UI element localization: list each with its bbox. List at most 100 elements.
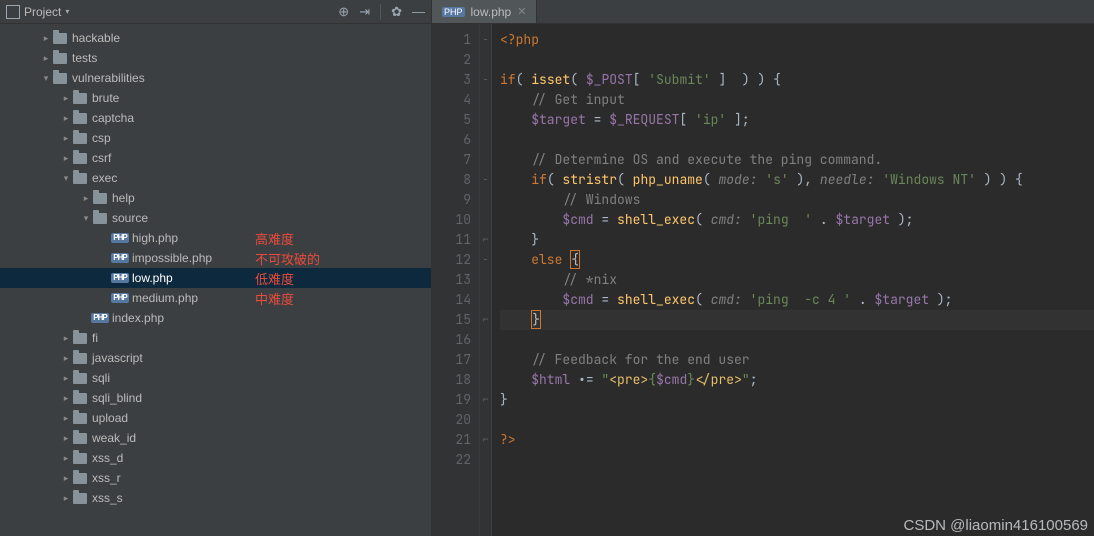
expand-arrow-icon[interactable] xyxy=(40,33,52,44)
fold-toggle-icon[interactable]: ⌐ xyxy=(480,430,491,450)
code-line[interactable]: $target = $_REQUEST[ 'ip' ]; xyxy=(500,110,1094,130)
tree-node-exec[interactable]: exec xyxy=(0,168,431,188)
tree-node-label: tests xyxy=(72,51,97,65)
expand-arrow-icon[interactable] xyxy=(60,333,72,344)
folder-icon xyxy=(72,131,88,145)
code-line[interactable]: ?> xyxy=(500,430,1094,450)
expand-arrow-icon[interactable] xyxy=(60,353,72,364)
expand-arrow-icon[interactable] xyxy=(60,173,72,184)
tree-node-source[interactable]: source xyxy=(0,208,431,228)
folder-icon xyxy=(72,411,88,425)
fold-toggle-icon[interactable]: − xyxy=(480,250,491,270)
tree-node-high-php[interactable]: PHPhigh.php高难度 xyxy=(0,228,431,248)
tree-node-hackable[interactable]: hackable xyxy=(0,28,431,48)
expand-arrow-icon[interactable] xyxy=(60,113,72,124)
code-line[interactable]: // Windows xyxy=(500,190,1094,210)
expand-arrow-icon[interactable] xyxy=(60,393,72,404)
tree-node-csp[interactable]: csp xyxy=(0,128,431,148)
code-line[interactable]: $cmd = shell_exec( cmd: 'ping -c 4 ' . $… xyxy=(500,290,1094,310)
code-line[interactable]: if( isset( $_POST[ 'Submit' ] ) ) { xyxy=(500,70,1094,90)
close-icon[interactable]: ✕ xyxy=(517,5,526,18)
expand-arrow-icon[interactable] xyxy=(60,153,72,164)
folder-icon xyxy=(72,431,88,445)
expand-arrow-icon[interactable] xyxy=(60,473,72,484)
project-tree[interactable]: hackable tests vulnerabilitiesbrutecaptcha… xyxy=(0,24,431,536)
tree-node-fi[interactable]: fi xyxy=(0,328,431,348)
line-number: 15 xyxy=(432,310,471,330)
code-line[interactable] xyxy=(500,330,1094,350)
fold-toggle-icon[interactable]: ⌐ xyxy=(480,390,491,410)
tree-node-vulnerabilities[interactable]: vulnerabilities xyxy=(0,68,431,88)
code-line[interactable]: } xyxy=(500,310,1094,330)
fold-column[interactable]: −−−⌐−⌐⌐⌐ xyxy=(480,24,492,536)
line-number: 21 xyxy=(432,430,471,450)
folder-icon xyxy=(52,31,68,45)
expand-arrow-icon[interactable] xyxy=(80,213,92,224)
expand-arrow-icon[interactable] xyxy=(60,373,72,384)
tree-node-low-php[interactable]: PHPlow.php低难度 xyxy=(0,268,431,288)
expand-arrow-icon[interactable] xyxy=(60,433,72,444)
code-line[interactable]: // Get input xyxy=(500,90,1094,110)
code-line[interactable]: $cmd = shell_exec( cmd: 'ping ' . $targe… xyxy=(500,210,1094,230)
tree-node-label: high.php xyxy=(132,231,178,245)
code-line[interactable]: } xyxy=(500,390,1094,410)
code-line[interactable]: } xyxy=(500,230,1094,250)
fold-toggle-icon[interactable]: − xyxy=(480,70,491,90)
tree-node-upload[interactable]: upload xyxy=(0,408,431,428)
locate-icon[interactable]: ⊕ xyxy=(338,4,349,20)
fold-toggle-icon[interactable]: − xyxy=(480,170,491,190)
collapse-icon[interactable]: ⇥ xyxy=(359,4,370,20)
tree-node-tests[interactable]: tests xyxy=(0,48,431,68)
editor-body[interactable]: 12345678910111213141516171819202122 −−−⌐… xyxy=(432,24,1094,536)
watermark-text: CSDN @liaomin416100569 xyxy=(904,517,1089,534)
code-line[interactable]: <?php xyxy=(500,30,1094,50)
tree-node-medium-php[interactable]: PHPmedium.php中难度 xyxy=(0,288,431,308)
code-line[interactable]: else { xyxy=(500,250,1094,270)
expand-arrow-icon[interactable] xyxy=(60,413,72,424)
code-line[interactable]: // Determine OS and execute the ping com… xyxy=(500,150,1094,170)
code-line[interactable] xyxy=(500,50,1094,70)
expand-arrow-icon[interactable] xyxy=(80,193,92,204)
fold-toggle-icon[interactable]: ⌐ xyxy=(480,310,491,330)
expand-arrow-icon[interactable] xyxy=(40,53,52,64)
expand-arrow-icon[interactable] xyxy=(60,493,72,504)
tree-node-brute[interactable]: brute xyxy=(0,88,431,108)
tree-node-xss-r[interactable]: xss_r xyxy=(0,468,431,488)
tree-node-label: csrf xyxy=(92,151,111,165)
tree-node-label: sqli xyxy=(92,371,110,385)
fold-toggle-icon[interactable]: − xyxy=(480,30,491,50)
gear-icon[interactable]: ✿ xyxy=(391,4,402,20)
tree-node-javascript[interactable]: javascript xyxy=(0,348,431,368)
tree-node-xss-s[interactable]: xss_s xyxy=(0,488,431,508)
project-dropdown[interactable]: Project ▾ xyxy=(6,5,69,19)
tree-node-index-php[interactable]: PHPindex.php xyxy=(0,308,431,328)
tree-node-impossible-php[interactable]: PHPimpossible.php不可攻破的 xyxy=(0,248,431,268)
code-line[interactable]: // *nix xyxy=(500,270,1094,290)
code-line[interactable] xyxy=(500,410,1094,430)
tree-node-weak-id[interactable]: weak_id xyxy=(0,428,431,448)
tree-node-label: medium.php xyxy=(132,291,198,305)
php-file-icon: PHP xyxy=(112,271,128,285)
expand-arrow-icon[interactable] xyxy=(60,133,72,144)
code-line[interactable]: // Feedback for the end user xyxy=(500,350,1094,370)
expand-arrow-icon[interactable] xyxy=(60,93,72,104)
tree-node-csrf[interactable]: csrf xyxy=(0,148,431,168)
code-area[interactable]: <?php if( isset( $_POST[ 'Submit' ] ) ) … xyxy=(492,24,1094,536)
annotation-text: 低难度 xyxy=(255,269,294,288)
expand-arrow-icon[interactable] xyxy=(60,453,72,464)
tree-node-sqli[interactable]: sqli xyxy=(0,368,431,388)
tree-node-help[interactable]: help xyxy=(0,188,431,208)
tree-node-xss-d[interactable]: xss_d xyxy=(0,448,431,468)
tree-node-sqli-blind[interactable]: sqli_blind xyxy=(0,388,431,408)
hide-icon[interactable]: — xyxy=(412,4,425,19)
expand-arrow-icon[interactable] xyxy=(40,73,52,84)
fold-toggle-icon[interactable]: ⌐ xyxy=(480,230,491,250)
code-line[interactable]: if( stristr( php_uname( mode: 's' ), nee… xyxy=(500,170,1094,190)
sidebar-title: Project xyxy=(24,5,61,19)
code-line[interactable] xyxy=(500,450,1094,470)
code-line[interactable]: $html .= "<pre>{$cmd}</pre>"; xyxy=(500,370,1094,390)
tree-node-captcha[interactable]: captcha xyxy=(0,108,431,128)
fold-toggle-icon xyxy=(480,210,491,230)
tab-low-php[interactable]: PHP low.php ✕ xyxy=(432,0,537,23)
code-line[interactable] xyxy=(500,130,1094,150)
